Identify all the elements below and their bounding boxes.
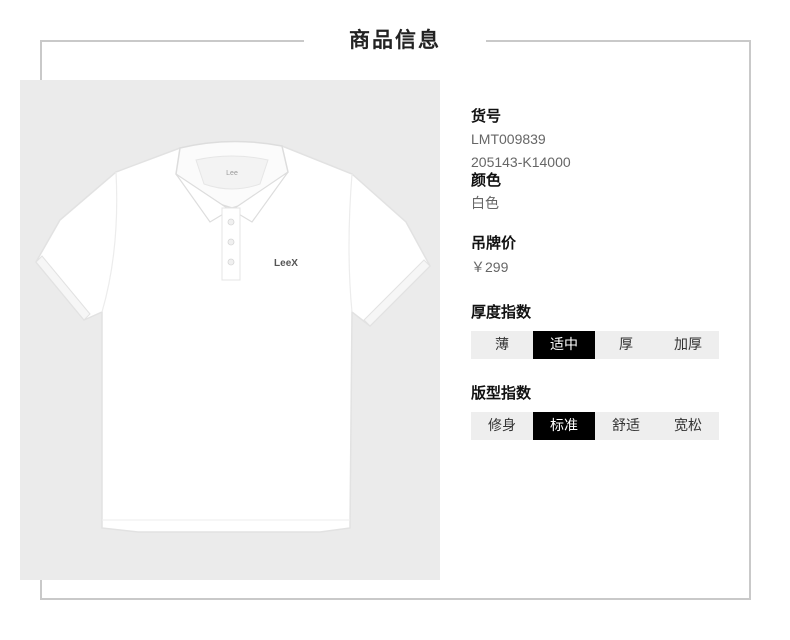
fit-label: 版型指数 bbox=[471, 384, 532, 402]
frame-line-bottom bbox=[40, 598, 751, 600]
frame-line-top-right bbox=[486, 40, 750, 42]
fit-option-slim: 修身 bbox=[488, 418, 516, 434]
thickness-option-thin: 薄 bbox=[495, 337, 509, 353]
sku-value-2: 205143-K14000 bbox=[471, 154, 571, 170]
fit-scale: 修身 标准 舒适 宽松 bbox=[471, 412, 719, 440]
fit-option-loose: 宽松 bbox=[674, 418, 702, 434]
price-label: 吊牌价 bbox=[471, 234, 517, 252]
thickness-option-thick: 厚 bbox=[619, 337, 633, 353]
color-label: 颜色 bbox=[471, 171, 502, 189]
frame-line-top-left bbox=[40, 40, 304, 42]
product-image: Lee LeeX bbox=[20, 80, 440, 580]
thickness-scale: 薄 适中 厚 加厚 bbox=[471, 331, 719, 359]
thickness-option-extra-thick: 加厚 bbox=[674, 337, 702, 353]
sku-label: 货号 bbox=[471, 107, 502, 125]
color-value: 白色 bbox=[471, 195, 499, 211]
fit-option-comfort: 舒适 bbox=[612, 418, 640, 434]
fit-option-standard: 标准 bbox=[533, 412, 595, 440]
chest-logo: LeeX bbox=[274, 258, 298, 269]
thickness-option-medium: 适中 bbox=[533, 331, 595, 359]
price-value: ￥299 bbox=[471, 259, 509, 275]
sku-value-1: LMT009839 bbox=[471, 131, 546, 147]
frame-line-right bbox=[749, 40, 751, 600]
section-title: 商品信息 bbox=[304, 24, 486, 56]
polo-shirt-illustration: Lee LeeX bbox=[35, 140, 431, 533]
collar-tag-text: Lee bbox=[226, 170, 238, 177]
thickness-label: 厚度指数 bbox=[471, 303, 532, 321]
